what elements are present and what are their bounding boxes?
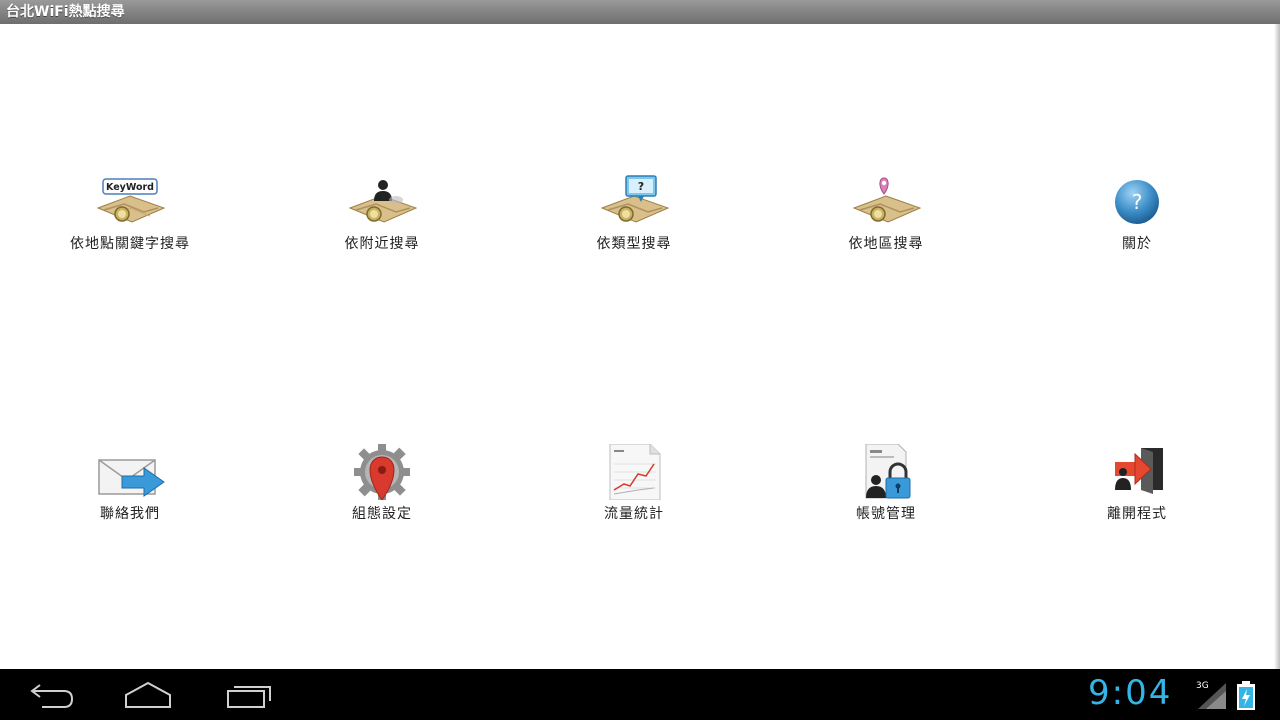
menu-item-exit[interactable]: 離開程式 [1027, 444, 1247, 534]
menu-grid: KeyWord 依地點關鍵字搜尋 依附近搜尋 [0, 24, 1274, 669]
status-clock: 9:04 [1088, 671, 1172, 715]
app-screen: 台北WiFi熱點搜尋 KeyWord 依地點關鍵字搜尋 [0, 0, 1280, 720]
app-title: 台北WiFi熱點搜尋 [0, 0, 1280, 24]
menu-item-type-search[interactable]: ? 依類型搜尋 [524, 174, 744, 264]
menu-item-label: 離開程式 [1027, 503, 1247, 523]
mail-send-icon [94, 444, 166, 500]
menu-item-keyword-search[interactable]: KeyWord 依地點關鍵字搜尋 [20, 174, 240, 264]
menu-item-label: 依地點關鍵字搜尋 [20, 233, 240, 253]
nearby-person-map-icon [346, 174, 418, 230]
menu-item-account[interactable]: 帳號管理 [776, 444, 996, 534]
menu-item-label: 依附近搜尋 [272, 233, 492, 253]
menu-item-label: 組態設定 [272, 503, 492, 523]
menu-item-label: 依地區搜尋 [776, 233, 996, 253]
signal-icon: 3G [1194, 679, 1228, 711]
battery-charging-icon [1236, 681, 1256, 711]
keyword-badge-text: KeyWord [106, 182, 154, 193]
menu-item-label: 關於 [1027, 233, 1247, 253]
help-badge-text: ? [1132, 190, 1143, 214]
menu-item-nearby-search[interactable]: 依附近搜尋 [272, 174, 492, 264]
menu-item-settings[interactable]: 組態設定 [272, 444, 492, 534]
menu-item-label: 流量統計 [524, 503, 744, 523]
network-type-label: 3G [1196, 681, 1209, 691]
exit-door-icon [1101, 444, 1173, 500]
settings-pin-icon [346, 444, 418, 500]
report-chart-icon [598, 444, 670, 500]
type-badge-text: ? [638, 180, 644, 193]
menu-item-traffic-stats[interactable]: 流量統計 [524, 444, 744, 534]
menu-item-label: 帳號管理 [776, 503, 996, 523]
scroll-edge [1274, 24, 1280, 669]
home-icon[interactable] [118, 677, 178, 713]
system-navbar: 9:04 3G [0, 669, 1280, 720]
menu-item-label: 聯絡我們 [20, 503, 240, 523]
menu-item-contact[interactable]: 聯絡我們 [20, 444, 240, 534]
help-icon: ? [1101, 174, 1173, 230]
area-pin-map-icon [850, 174, 922, 230]
menu-item-area-search[interactable]: 依地區搜尋 [776, 174, 996, 264]
account-lock-icon [850, 444, 922, 500]
menu-item-about[interactable]: ? 關於 [1027, 174, 1247, 264]
recent-apps-icon[interactable] [220, 677, 280, 713]
keyword-map-icon: KeyWord [94, 174, 166, 230]
menu-item-label: 依類型搜尋 [524, 233, 744, 253]
back-icon[interactable] [20, 677, 80, 713]
type-question-map-icon: ? [598, 174, 670, 230]
